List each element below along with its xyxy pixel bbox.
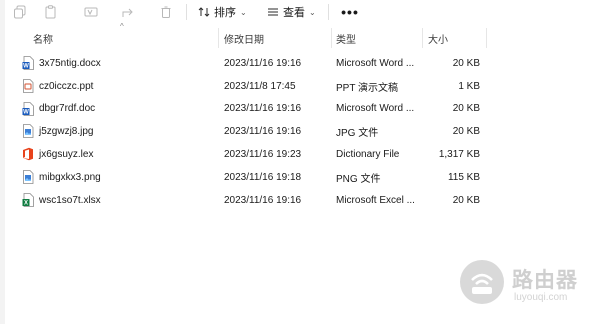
file-row[interactable]: W dbgr7rdf.doc 2023/11/16 19:16 Microsof… xyxy=(0,98,600,121)
file-size: 20 KB xyxy=(452,103,480,115)
sort-icon xyxy=(198,7,210,17)
file-row[interactable]: j5zgwzj8.jpg 2023/11/16 19:16 JPG 文件 20 … xyxy=(0,120,600,143)
column-resize-handle[interactable] xyxy=(422,28,423,48)
file-date: 2023/11/16 19:16 xyxy=(224,194,302,206)
column-name-header[interactable]: 名称 xyxy=(33,28,53,48)
office-lex-icon xyxy=(22,147,34,161)
file-date: 2023/11/16 19:23 xyxy=(224,149,302,161)
file-name: 3x75ntig.docx xyxy=(39,57,101,69)
view-icon xyxy=(268,8,278,16)
column-header: 名称 修改日期 类型 大小 xyxy=(0,28,600,48)
copy-icon[interactable] xyxy=(11,4,29,20)
file-name: jx6gsuyz.lex xyxy=(39,149,94,161)
file-name: mibgxkx3.png xyxy=(39,171,101,183)
router-logo-icon xyxy=(460,260,504,304)
file-date: 2023/11/16 19:16 xyxy=(224,57,302,69)
sort-label: 排序 xyxy=(214,7,236,19)
file-type: JPG 文件 xyxy=(336,128,379,140)
column-resize-handle[interactable] xyxy=(486,28,487,48)
file-row[interactable]: W 3x75ntig.docx 2023/11/16 19:16 Microso… xyxy=(0,52,600,75)
file-name: wsc1so7t.xlsx xyxy=(39,194,101,206)
file-date: 2023/11/16 19:16 xyxy=(224,126,302,138)
word-doc-icon: W xyxy=(22,101,34,116)
command-toolbar: 排序 ⌄ 查看 ⌄ ••• xyxy=(5,0,600,26)
paste-icon[interactable] xyxy=(42,4,60,20)
file-size: 1,317 KB xyxy=(438,149,480,161)
file-type: Microsoft Word ... xyxy=(336,103,415,115)
watermark-subtitle: luyouqi.com xyxy=(514,292,568,303)
chevron-down-icon: ⌄ xyxy=(309,7,316,17)
file-name: cz0icczc.ppt xyxy=(39,80,94,92)
column-resize-handle[interactable] xyxy=(218,28,219,48)
file-row[interactable]: X wsc1so7t.xlsx 2023/11/16 19:16 Microso… xyxy=(0,189,600,212)
svg-text:W: W xyxy=(23,64,29,70)
svg-text:W: W xyxy=(23,109,29,115)
watermark-title: 路由器 xyxy=(512,269,578,292)
file-type: PNG 文件 xyxy=(336,173,381,185)
file-type: PPT 演示文稿 xyxy=(336,82,399,94)
rename-icon[interactable] xyxy=(82,4,100,20)
view-button[interactable]: 查看 ⌄ xyxy=(267,2,316,22)
file-size: 115 KB xyxy=(447,171,480,183)
file-size: 20 KB xyxy=(452,57,480,69)
file-type: Dictionary File xyxy=(336,149,400,161)
file-row[interactable]: cz0icczc.ppt 2023/11/8 17:45 PPT 演示文稿 1 … xyxy=(0,75,600,98)
delete-icon[interactable] xyxy=(157,4,175,20)
column-size-header[interactable]: 大小 xyxy=(428,28,448,48)
more-options-button[interactable]: ••• xyxy=(339,3,361,21)
word-doc-icon: W xyxy=(22,56,34,70)
toolbar-separator xyxy=(186,4,187,20)
file-date: 2023/11/8 17:45 xyxy=(224,80,296,92)
chevron-down-icon: ⌄ xyxy=(240,7,247,17)
svg-text:X: X xyxy=(24,200,28,206)
watermark: 路由器 luyouqi.com xyxy=(458,258,588,308)
file-size: 1 KB xyxy=(458,80,480,92)
column-type-header[interactable]: 类型 xyxy=(336,28,356,48)
file-date: 2023/11/16 19:16 xyxy=(224,103,302,115)
file-row[interactable]: mibgxkx3.png 2023/11/16 19:18 PNG 文件 115… xyxy=(0,166,600,189)
file-type: Microsoft Excel ... xyxy=(336,194,415,206)
sort-button[interactable]: 排序 ⌄ xyxy=(198,2,247,22)
file-row[interactable]: jx6gsuyz.lex 2023/11/16 19:23 Dictionary… xyxy=(0,143,600,166)
view-label: 查看 xyxy=(283,7,305,19)
toolbar-separator xyxy=(328,4,329,20)
share-icon[interactable] xyxy=(119,4,137,20)
file-size: 20 KB xyxy=(452,126,480,138)
file-size: 20 KB xyxy=(452,194,480,206)
file-list: W 3x75ntig.docx 2023/11/16 19:16 Microso… xyxy=(0,52,600,212)
file-name: j5zgwzj8.jpg xyxy=(39,126,94,138)
file-type: Microsoft Word ... xyxy=(336,57,415,69)
excel-file-icon: X xyxy=(22,192,34,207)
file-date: 2023/11/16 19:18 xyxy=(224,171,302,183)
column-resize-handle[interactable] xyxy=(331,28,332,48)
ppt-file-icon xyxy=(22,78,34,93)
image-file-icon xyxy=(22,170,34,184)
image-file-icon xyxy=(22,124,34,139)
column-date-header[interactable]: 修改日期 xyxy=(224,28,264,48)
file-name: dbgr7rdf.doc xyxy=(39,103,96,115)
